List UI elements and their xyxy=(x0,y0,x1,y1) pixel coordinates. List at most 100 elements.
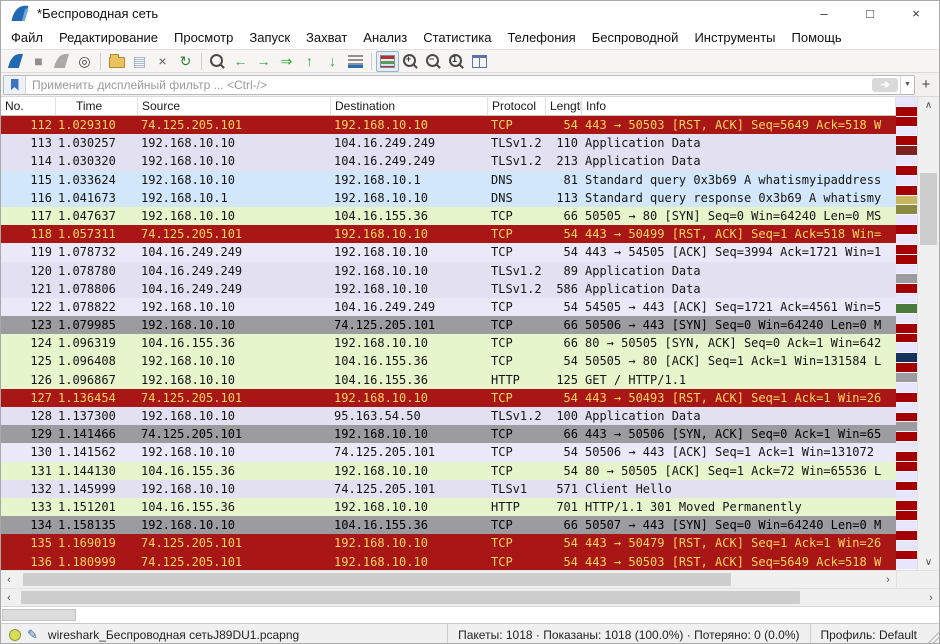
packet-row-126[interactable]: 1261.096867192.168.10.10104.16.155.36HTT… xyxy=(1,371,896,389)
horizontal-scroll-track-1[interactable] xyxy=(17,571,880,588)
packet-row-118[interactable]: 1181.05731174.125.205.101192.168.10.10TC… xyxy=(1,225,896,243)
packet-cell: 1.029310 xyxy=(56,116,138,134)
close-file-icon[interactable]: × xyxy=(151,51,174,72)
capture-comment-icon[interactable]: ✎ xyxy=(27,627,38,643)
packet-row-129[interactable]: 1291.14146674.125.205.101192.168.10.10TC… xyxy=(1,425,896,443)
maximize-button[interactable]: □ xyxy=(847,1,893,26)
packet-cell: 121 xyxy=(1,280,56,298)
open-file-icon[interactable] xyxy=(105,51,128,72)
column-header-no[interactable]: No. xyxy=(1,97,56,115)
scroll-up-icon[interactable]: ∧ xyxy=(918,97,939,113)
apply-filter-button[interactable]: ➔ xyxy=(872,78,898,92)
vertical-scroll-track[interactable] xyxy=(918,113,939,554)
horizontal-scroll-thumb-1[interactable] xyxy=(23,573,731,586)
packet-cell: 1.145999 xyxy=(56,480,138,498)
horizontal-scroll-thumb-2[interactable] xyxy=(21,591,800,604)
resize-grip[interactable] xyxy=(927,624,939,644)
scroll-left-icon[interactable]: ‹ xyxy=(1,592,17,604)
packet-row-123[interactable]: 1231.079985192.168.10.1074.125.205.101TC… xyxy=(1,316,896,334)
packet-cell: 1.041673 xyxy=(56,189,138,207)
column-header-info[interactable]: Info xyxy=(582,97,896,115)
scroll-right-icon[interactable]: › xyxy=(880,574,896,586)
packet-row-131[interactable]: 1311.144130104.16.155.36192.168.10.10TCP… xyxy=(1,462,896,480)
packet-row-122[interactable]: 1221.078822192.168.10.10104.16.249.249TC… xyxy=(1,298,896,316)
vertical-scroll-thumb[interactable] xyxy=(920,173,937,245)
scroll-right-icon[interactable]: › xyxy=(923,592,939,604)
find-packet-icon[interactable] xyxy=(206,51,229,72)
packet-row-125[interactable]: 1251.096408192.168.10.10104.16.155.36TCP… xyxy=(1,352,896,370)
column-header-time[interactable]: Time xyxy=(56,97,138,115)
add-filter-button[interactable]: + xyxy=(915,76,937,93)
display-filter-input[interactable] xyxy=(26,77,872,93)
packet-row-132[interactable]: 1321.145999192.168.10.1074.125.205.101TL… xyxy=(1,480,896,498)
zoom-reset-icon[interactable]: 1 xyxy=(445,51,468,72)
packet-row-113[interactable]: 1131.030257192.168.10.10104.16.249.249TL… xyxy=(1,134,896,152)
minimap-stripe xyxy=(896,422,917,432)
horizontal-scrollbar-list[interactable]: ‹ › xyxy=(1,570,939,588)
menu-item-редактирование[interactable]: Редактирование xyxy=(51,30,166,45)
packet-row-119[interactable]: 1191.078732104.16.249.249192.168.10.10TC… xyxy=(1,243,896,261)
menu-item-просмотр[interactable]: Просмотр xyxy=(166,30,241,45)
packet-row-134[interactable]: 1341.158135192.168.10.10104.16.155.36TCP… xyxy=(1,516,896,534)
start-capture-icon[interactable] xyxy=(4,51,27,72)
menu-item-беспроводной[interactable]: Беспроводной xyxy=(584,30,687,45)
zoom-in-icon[interactable]: + xyxy=(399,51,422,72)
expert-info-icon[interactable] xyxy=(9,629,21,641)
packet-cell: 1.158135 xyxy=(56,516,138,534)
packet-row-136[interactable]: 1361.18099974.125.205.101192.168.10.10TC… xyxy=(1,553,896,571)
filter-dropdown-caret[interactable]: ▼ xyxy=(900,76,914,94)
packet-row-135[interactable]: 1351.16901974.125.205.101192.168.10.10TC… xyxy=(1,534,896,552)
scroll-down-icon[interactable]: ∨ xyxy=(918,554,939,570)
menu-item-файл[interactable]: Файл xyxy=(3,30,51,45)
menu-item-статистика[interactable]: Статистика xyxy=(415,30,499,45)
packet-minimap[interactable] xyxy=(896,97,917,570)
stop-capture-icon[interactable]: ■ xyxy=(27,51,50,72)
horizontal-scrollbar-detail[interactable]: ‹ › xyxy=(1,588,939,606)
profile-label[interactable]: Профиль: Default xyxy=(810,624,928,644)
packet-row-127[interactable]: 1271.13645474.125.205.101192.168.10.10TC… xyxy=(1,389,896,407)
menu-item-захват[interactable]: Захват xyxy=(298,30,355,45)
column-header-destination[interactable]: Destination xyxy=(331,97,488,115)
zoom-out-icon[interactable]: − xyxy=(422,51,445,72)
minimize-button[interactable]: – xyxy=(801,1,847,26)
packet-cell: 66 xyxy=(546,425,582,443)
menu-item-телефония[interactable]: Телефония xyxy=(499,30,583,45)
column-header-protocol[interactable]: Protocol xyxy=(488,97,546,115)
packet-row-117[interactable]: 1171.047637192.168.10.10104.16.155.36TCP… xyxy=(1,207,896,225)
restart-capture-icon[interactable] xyxy=(50,51,73,72)
reload-file-icon[interactable]: ↻ xyxy=(174,51,197,72)
packet-row-120[interactable]: 1201.078780104.16.249.249192.168.10.10TL… xyxy=(1,262,896,280)
packet-row-112[interactable]: 1121.02931074.125.205.101192.168.10.10TC… xyxy=(1,116,896,134)
packet-cell: 131 xyxy=(1,462,56,480)
autoscroll-icon[interactable] xyxy=(344,51,367,72)
packet-row-114[interactable]: 1141.030320192.168.10.10104.16.249.249TL… xyxy=(1,152,896,170)
column-header-length[interactable]: Length xyxy=(546,97,582,115)
scroll-left-icon[interactable]: ‹ xyxy=(1,574,17,586)
packet-cell: 1.047637 xyxy=(56,207,138,225)
packet-row-133[interactable]: 1331.151201104.16.155.36192.168.10.10HTT… xyxy=(1,498,896,516)
packet-row-124[interactable]: 1241.096319104.16.155.36192.168.10.10TCP… xyxy=(1,334,896,352)
save-file-icon[interactable]: ▤ xyxy=(128,51,151,72)
close-button[interactable]: × xyxy=(893,1,939,26)
menu-item-запуск[interactable]: Запуск xyxy=(241,30,298,45)
column-header-source[interactable]: Source xyxy=(138,97,331,115)
go-top-icon[interactable]: ↑ xyxy=(298,51,321,72)
colorize-icon[interactable] xyxy=(376,51,399,72)
go-bottom-icon[interactable]: ↓ xyxy=(321,51,344,72)
capture-options-icon[interactable]: ◎ xyxy=(73,51,96,72)
resize-columns-icon[interactable] xyxy=(468,51,491,72)
filter-bookmark-button[interactable] xyxy=(4,76,26,94)
menu-item-инструменты[interactable]: Инструменты xyxy=(686,30,783,45)
packet-row-121[interactable]: 1211.078806104.16.249.249192.168.10.10TL… xyxy=(1,280,896,298)
packet-row-128[interactable]: 1281.137300192.168.10.1095.163.54.50TLSv… xyxy=(1,407,896,425)
packet-row-130[interactable]: 1301.141562192.168.10.1074.125.205.101TC… xyxy=(1,443,896,461)
menu-item-помощь[interactable]: Помощь xyxy=(784,30,850,45)
goto-packet-icon[interactable]: ⇒ xyxy=(275,51,298,72)
vertical-scrollbar[interactable]: ∧ ∨ xyxy=(917,97,939,570)
menu-item-анализ[interactable]: Анализ xyxy=(355,30,415,45)
go-back-icon[interactable]: ← xyxy=(229,51,252,72)
horizontal-scroll-track-2[interactable] xyxy=(17,589,923,606)
packet-row-115[interactable]: 1151.033624192.168.10.10192.168.10.1DNS8… xyxy=(1,171,896,189)
go-forward-icon[interactable]: → xyxy=(252,51,275,72)
packet-row-116[interactable]: 1161.041673192.168.10.1192.168.10.10DNS1… xyxy=(1,189,896,207)
